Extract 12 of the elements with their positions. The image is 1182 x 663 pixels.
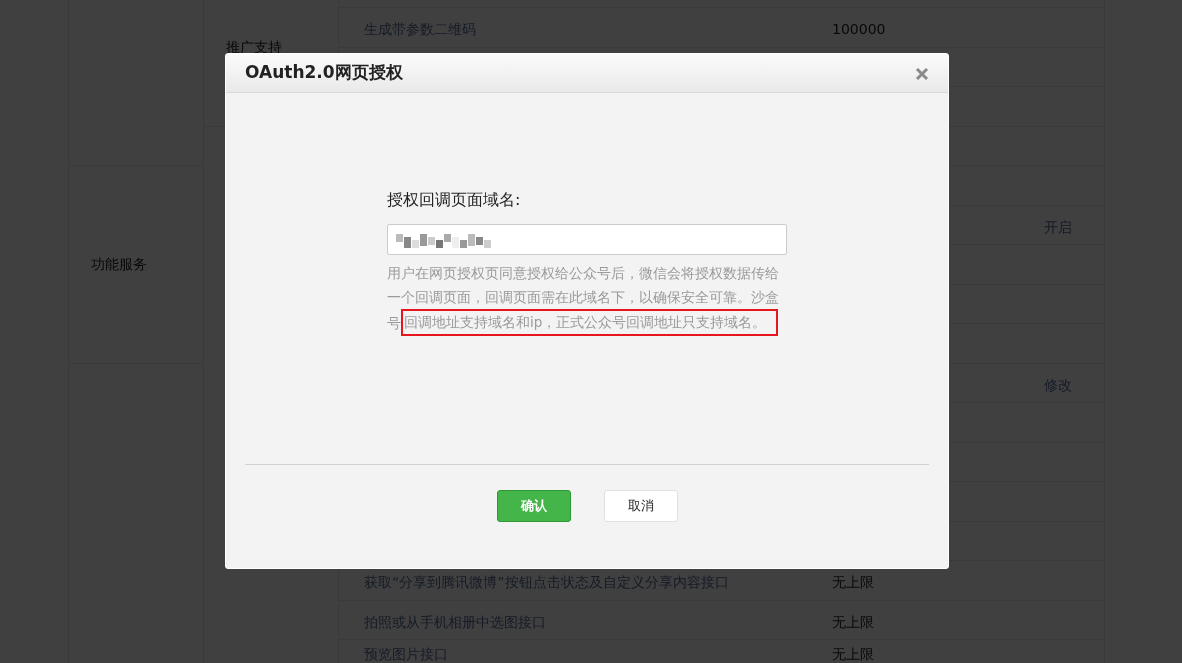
field-label: 授权回调页面域名: <box>387 189 522 211</box>
highlighted-text: 回调地址支持域名和ip，正式公众号回调地址只支持域名。 <box>401 309 779 336</box>
close-button[interactable] <box>915 65 929 81</box>
cancel-button[interactable]: 取消 <box>603 490 678 522</box>
category-label: 功能服务 <box>91 254 147 274</box>
dialog-title: OAuth2.0网页授权 <box>245 61 403 85</box>
limit-text: 100000 <box>832 21 886 37</box>
help-text: 号 <box>387 313 401 333</box>
help-text: 用户在网页授权页同意授权给公众号后，微信会将授权数据传给一个回调页面，回调页面需在此域名下，以确保安全可靠。沙盒 <box>387 264 780 307</box>
confirm-button[interactable]: 确认 <box>496 490 571 522</box>
close-icon <box>915 66 929 81</box>
domain-input[interactable] <box>387 224 787 255</box>
